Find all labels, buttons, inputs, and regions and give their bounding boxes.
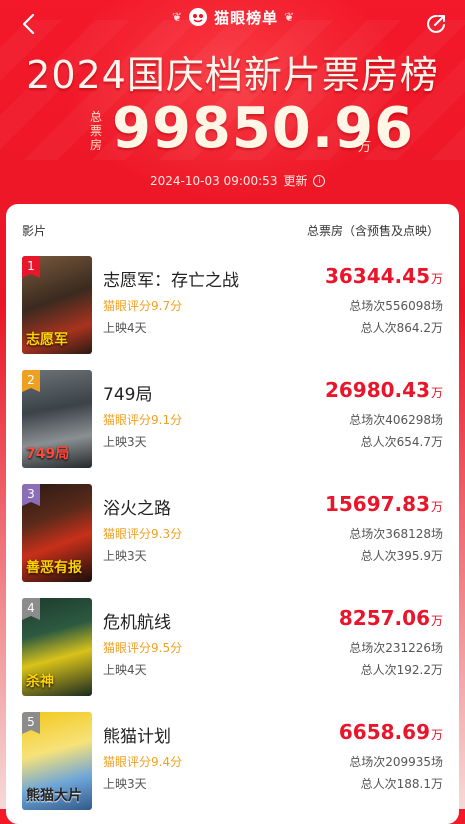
film-score: 猫眼评分9.1分 [103, 413, 183, 427]
update-label: 更新 [283, 174, 308, 188]
chevron-left-icon [22, 13, 35, 35]
film-days: 上映3天 [103, 777, 147, 791]
update-info[interactable]: 2024-10-03 09:00:53 更新 i [150, 172, 326, 189]
film-poster: 3 善恶有报 [22, 484, 92, 582]
film-days: 上映4天 [103, 321, 147, 335]
film-sessions: 总场次556098场 [349, 299, 443, 313]
poster-title: 熊猫大片 [26, 788, 82, 804]
share-icon [427, 14, 445, 33]
page-title: 2024国庆档新片票房榜 [26, 53, 439, 97]
film-viewers: 总人次192.2万 [360, 663, 443, 677]
film-viewers: 总人次395.9万 [360, 549, 443, 563]
film-score: 猫眼评分9.5分 [103, 641, 183, 655]
film-name: 熊猫计划 [103, 727, 171, 747]
film-score: 猫眼评分9.7分 [103, 299, 183, 313]
film-viewers: 总人次188.1万 [360, 777, 443, 791]
film-name: 志愿军：存亡之战 [103, 271, 239, 291]
film-box-office: 15697.83万 [325, 492, 443, 516]
box-office-value: 8257.06 [338, 606, 430, 630]
rank-badge: 1 [22, 256, 40, 278]
box-office-unit: 万 [430, 728, 443, 742]
total-box-office-label: 总票房 [90, 110, 103, 152]
film-row[interactable]: 5 熊猫大片 熊猫计划 猫眼评分9.4分 上映3天 6658.69万 总场次20… [6, 712, 459, 812]
film-score: 猫眼评分9.3分 [103, 527, 183, 541]
brand: ❦ 猫眼榜单 ❦ [172, 4, 294, 30]
film-name: 浴火之路 [103, 499, 171, 519]
film-sessions: 总场次406298场 [349, 413, 443, 427]
film-poster: 1 志愿军 [22, 256, 92, 354]
film-box-office: 6658.69万 [339, 720, 443, 744]
film-viewers: 总人次654.7万 [360, 435, 443, 449]
film-box-office: 8257.06万 [339, 606, 443, 630]
film-sessions: 总场次368128场 [349, 527, 443, 541]
brand-name: 猫眼榜单 [214, 8, 279, 27]
back-button[interactable] [14, 10, 42, 38]
laurel-left-icon: ❦ [172, 10, 183, 24]
poster-title: 志愿军 [26, 332, 68, 348]
rank-badge: 2 [22, 370, 40, 392]
film-poster: 5 熊猫大片 [22, 712, 92, 810]
film-name: 危机航线 [103, 613, 171, 633]
update-time: 2024-10-03 09:00:53 [150, 173, 278, 188]
film-row[interactable]: 3 善恶有报 浴火之路 猫眼评分9.3分 上映3天 15697.83万 总场次3… [6, 484, 459, 584]
box-office-unit: 万 [430, 500, 443, 514]
film-viewers: 总人次864.2万 [360, 321, 443, 335]
film-days: 上映3天 [103, 549, 147, 563]
poster-title: 善恶有报 [26, 560, 82, 576]
film-row[interactable]: 1 志愿军 志愿军：存亡之战 猫眼评分9.7分 上映4天 36344.45万 总… [6, 256, 459, 356]
box-office-value: 36344.45 [324, 264, 430, 288]
laurel-right-icon: ❦ [284, 10, 295, 24]
box-office-value: 26980.43 [324, 378, 430, 402]
film-sessions: 总场次231226场 [349, 641, 443, 655]
rank-badge: 4 [22, 598, 40, 620]
column-header-film: 影片 [22, 224, 47, 238]
column-header-total: 总票房（含预售及点映） [306, 224, 439, 238]
poster-title: 749局 [26, 446, 70, 462]
film-row[interactable]: 2 749局 749局 猫眼评分9.1分 上映3天 26980.43万 总场次4… [6, 370, 459, 470]
share-button[interactable] [422, 10, 450, 38]
cat-eye-logo-icon [189, 8, 208, 26]
film-box-office: 26980.43万 [325, 378, 443, 402]
film-days: 上映3天 [103, 435, 147, 449]
rank-badge: 5 [22, 712, 40, 734]
poster-title: 杀神 [26, 674, 54, 690]
film-poster: 2 749局 [22, 370, 92, 468]
ranking-card: 影片 总票房（含预售及点映） 1 志愿军 志愿军：存亡之战 猫眼评分9.7分 上… [6, 204, 459, 824]
film-row[interactable]: 4 杀神 危机航线 猫眼评分9.5分 上映4天 8257.06万 总场次2312… [6, 598, 459, 698]
box-office-unit: 万 [430, 386, 443, 400]
film-box-office: 36344.45万 [325, 264, 443, 288]
box-office-unit: 万 [430, 272, 443, 286]
film-sessions: 总场次209935场 [349, 755, 443, 769]
header: ❦ 猫眼榜单 ❦ 2024国庆档新片票房榜 总票房 99850.96 万 202… [0, 0, 465, 205]
film-poster: 4 杀神 [22, 598, 92, 696]
info-icon: i [313, 174, 326, 187]
film-score: 猫眼评分9.4分 [103, 755, 183, 769]
total-box-office-unit: 万 [358, 140, 372, 155]
box-office-unit: 万 [430, 614, 443, 628]
film-days: 上映4天 [103, 663, 147, 677]
rank-badge: 3 [22, 484, 40, 506]
box-office-value: 6658.69 [338, 720, 430, 744]
film-name: 749局 [103, 385, 153, 405]
box-office-value: 15697.83 [324, 492, 430, 516]
